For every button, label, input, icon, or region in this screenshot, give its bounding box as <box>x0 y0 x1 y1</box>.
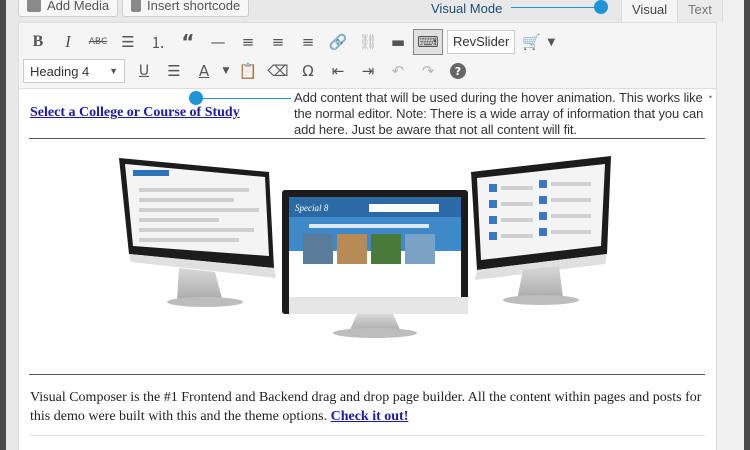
undo-icon[interactable]: ↶ <box>383 58 413 84</box>
bulleted-list-button[interactable]: ☰ <box>113 29 143 55</box>
align-center-button[interactable]: ≡ <box>263 29 293 55</box>
toolbar-toggle-button[interactable]: ⌨ <box>413 29 443 55</box>
revslider-button[interactable]: RevSlider <box>447 30 516 54</box>
visual-mode-callout-dot <box>594 0 608 14</box>
insert-link-icon[interactable]: 🔗 <box>323 29 353 55</box>
clear-formatting-icon[interactable]: ⌫ <box>263 58 293 84</box>
strikethrough-button[interactable]: ABC <box>83 29 113 55</box>
cart-dropdown-icon[interactable]: ▼ <box>541 29 561 55</box>
media-icon <box>27 0 41 12</box>
help-button[interactable]: ? <box>443 58 473 84</box>
tab-visual[interactable]: Visual <box>621 0 679 22</box>
read-more-button[interactable]: ▬ <box>383 29 413 55</box>
horizontal-rule <box>29 374 705 375</box>
hover-animation-annotation: Add content that will be used during the… <box>294 90 704 137</box>
special-character-icon[interactable]: Ω <box>293 58 323 84</box>
tab-text[interactable]: Text <box>677 0 723 22</box>
editor-area: B I ABC ☰ ⒈ “ — ≡ ≡ ≡ 🔗 ⛓ ▬ ⌨ RevSlider … <box>18 22 717 450</box>
screenshot-stage: Add Media Insert shortcode Visual Mode V… <box>0 0 750 450</box>
visual-mode-annotation: Visual Mode <box>431 1 503 16</box>
align-left-button[interactable]: ≡ <box>233 29 263 55</box>
insert-shortcode-button[interactable]: Insert shortcode <box>122 0 250 17</box>
outdent-icon[interactable]: ⇤ <box>323 58 353 84</box>
blockquote-button[interactable]: “ <box>173 29 203 55</box>
remove-link-icon[interactable]: ⛓ <box>353 29 383 55</box>
horizontal-line-button[interactable]: — <box>203 29 233 55</box>
numbered-list-button[interactable]: ⒈ <box>143 29 173 55</box>
toolbar-row-2: Heading 4 ▼ U ☰ A ▼ 📋 ⌫ Ω ⇤ ⇥ ↶ ↷ ? <box>23 58 473 84</box>
frame-right-edge <box>744 0 750 450</box>
editor-content[interactable]: Select a College or Course of Study Add … <box>19 90 716 450</box>
editor-toolbar: B I ABC ☰ ⒈ “ — ≡ ≡ ≡ 🔗 ⛓ ▬ ⌨ RevSlider … <box>19 23 716 89</box>
underline-button[interactable]: U <box>129 58 159 84</box>
shortcode-icon <box>131 0 141 12</box>
right-monitor <box>471 156 611 305</box>
screen-title: Special 8 <box>295 203 329 213</box>
hover-callout-line <box>199 98 291 99</box>
chevron-down-icon: ▼ <box>109 66 118 76</box>
scroll-indicator-icon: • <box>708 92 712 102</box>
visual-mode-callout-line <box>511 7 601 8</box>
format-select[interactable]: Heading 4 ▼ <box>23 59 125 83</box>
body-paragraph: Visual Composer is the #1 Frontend and B… <box>30 388 702 426</box>
check-it-out-link[interactable]: Check it out! <box>331 409 409 424</box>
align-right-button[interactable]: ≡ <box>293 29 323 55</box>
editor-topbar: Add Media Insert shortcode Visual Mode V… <box>6 0 723 22</box>
insert-shortcode-label: Insert shortcode <box>147 0 241 13</box>
add-media-label: Add Media <box>47 0 110 13</box>
paste-as-text-icon[interactable]: 📋 <box>233 58 263 84</box>
content-divider <box>29 435 705 436</box>
left-monitor <box>119 158 276 307</box>
toolbar-row-1: B I ABC ☰ ⒈ “ — ≡ ≡ ≡ 🔗 ⛓ ▬ ⌨ RevSlider … <box>23 29 561 55</box>
redo-icon[interactable]: ↷ <box>413 58 443 84</box>
text-color-dropdown-icon[interactable]: ▼ <box>219 58 233 84</box>
heading-link[interactable]: Select a College or Course of Study <box>30 105 240 121</box>
italic-button[interactable]: I <box>53 29 83 55</box>
format-select-value: Heading 4 <box>30 63 90 79</box>
text-color-button[interactable]: A <box>189 58 219 84</box>
cart-icon[interactable]: 🛒 <box>521 29 541 55</box>
devices-illustration: Special 8 <box>119 156 611 338</box>
center-monitor: Special 8 <box>282 190 468 338</box>
frame-left-edge <box>0 0 6 450</box>
help-icon: ? <box>450 63 466 79</box>
indent-icon[interactable]: ⇥ <box>353 58 383 84</box>
justify-button[interactable]: ☰ <box>159 58 189 84</box>
horizontal-rule <box>29 138 705 139</box>
bold-button[interactable]: B <box>23 29 53 55</box>
frame-right-gutter <box>717 0 744 450</box>
add-media-button[interactable]: Add Media <box>18 0 119 17</box>
